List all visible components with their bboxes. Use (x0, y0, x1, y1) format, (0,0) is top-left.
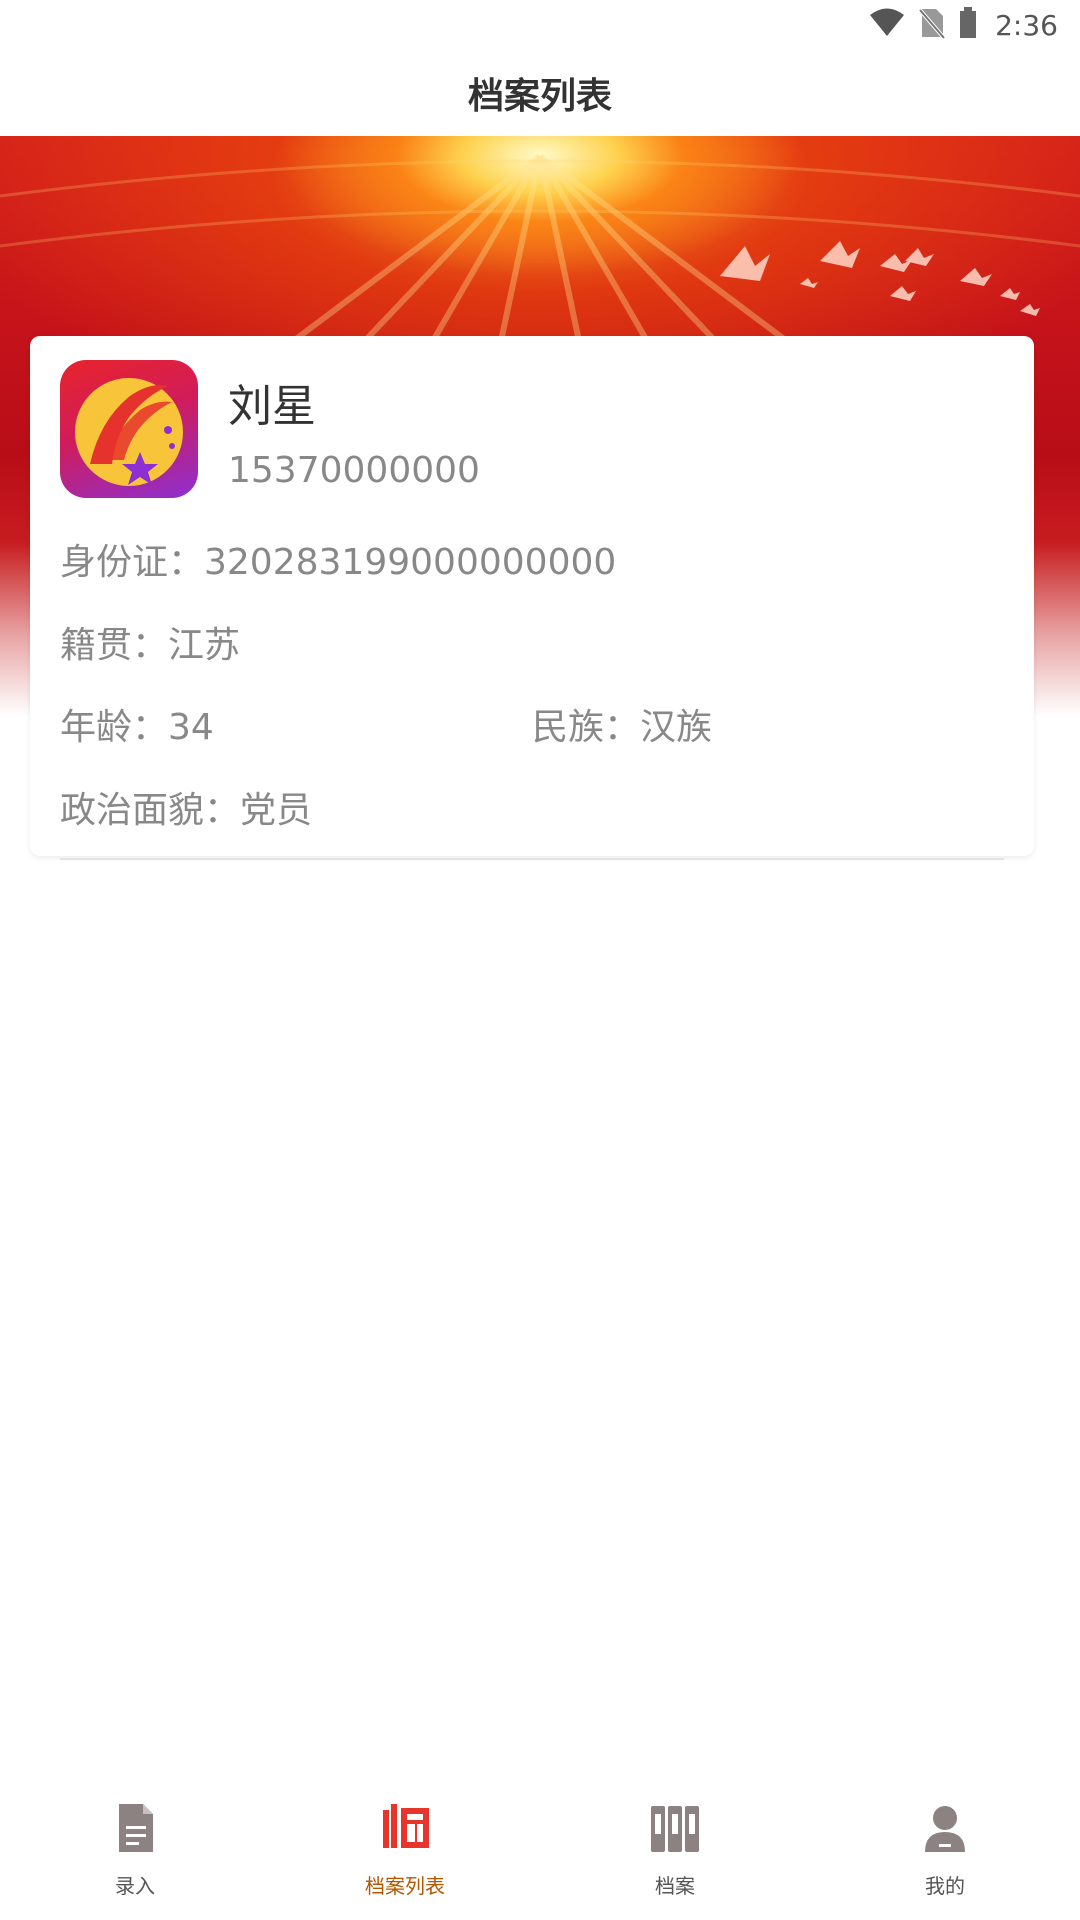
no-sim-icon (918, 7, 946, 43)
nav-item-archive[interactable]: 档案 (540, 1790, 810, 1920)
person-name: 刘星 (228, 381, 316, 432)
title-bar: 档案列表 (0, 50, 1080, 136)
battery-icon (959, 7, 977, 43)
political-status-field: 政治面貌：党员 (60, 790, 313, 831)
status-icons: 2:36 (869, 7, 1058, 43)
person-phone: 15370000000 (228, 450, 480, 491)
birds-decoration (720, 241, 1040, 316)
bottom-nav: 录入 档案列表 档案 我的 (0, 1790, 1080, 1920)
nav-label-entry: 录入 (115, 1874, 155, 1898)
divider (60, 858, 1004, 860)
status-time: 2:36 (995, 8, 1058, 42)
record-card[interactable]: 刘星 15370000000 身份证：320283199000000000 籍贯… (30, 336, 1034, 856)
nav-label-mine: 我的 (925, 1874, 965, 1898)
app-logo-icon (75, 378, 183, 486)
archive-icon (647, 1800, 703, 1856)
nav-label-record-list: 档案列表 (365, 1874, 445, 1898)
id-card-field: 身份证：320283199000000000 (60, 542, 617, 583)
document-icon (107, 1800, 163, 1856)
status-bar: 2:36 (0, 0, 1080, 50)
native-place-field: 籍贯：江苏 (60, 625, 241, 666)
nav-label-archive: 档案 (655, 1874, 695, 1898)
nav-item-record-list[interactable]: 档案列表 (270, 1790, 540, 1920)
nav-item-entry[interactable]: 录入 (0, 1790, 270, 1920)
list-icon (377, 1800, 433, 1856)
ethnicity-field: 民族：汉族 (532, 707, 713, 748)
age-field: 年龄：34 (60, 707, 214, 748)
nav-item-mine[interactable]: 我的 (810, 1790, 1080, 1920)
avatar (60, 360, 198, 498)
page-title: 档案列表 (467, 76, 612, 117)
wifi-icon (869, 8, 905, 42)
user-icon (917, 1800, 973, 1856)
